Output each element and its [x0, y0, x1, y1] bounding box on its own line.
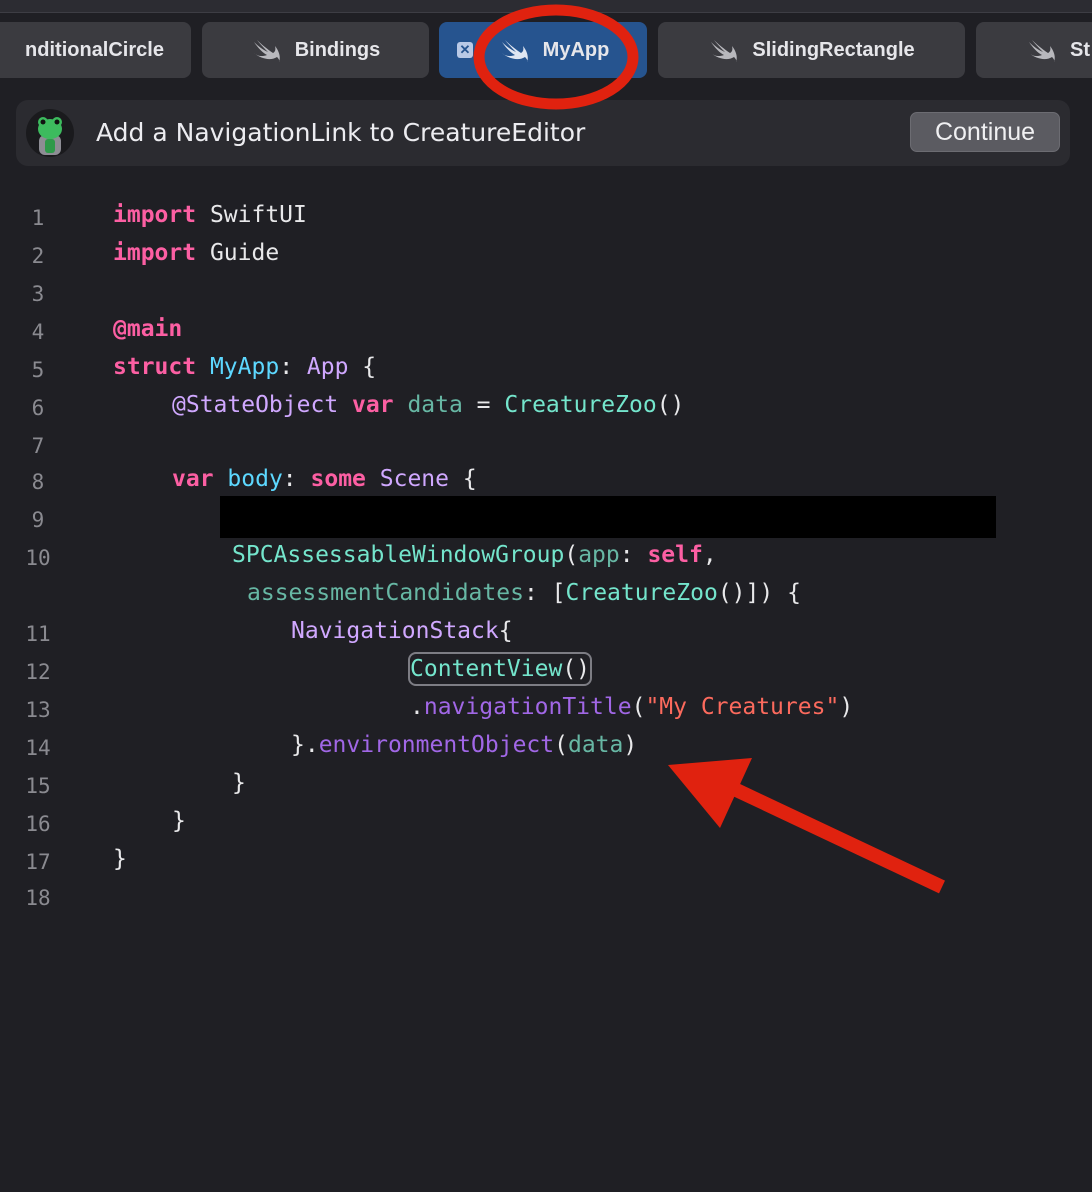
continue-button[interactable]: Continue: [910, 112, 1060, 152]
tab-conditional-circle[interactable]: nditionalCircle: [0, 22, 191, 78]
line-number: 8: [31, 470, 45, 494]
code-line-12: ContentView(): [407, 652, 593, 686]
line-number: 3: [31, 282, 45, 306]
line-number: 13: [25, 698, 51, 722]
line-number: 12: [25, 660, 51, 684]
creature-avatar-icon: [26, 109, 74, 157]
line-number: 14: [25, 736, 51, 760]
line-number: 15: [25, 774, 51, 798]
redacted-line-9: [220, 496, 996, 538]
line-number: 6: [31, 396, 45, 420]
code-line-10-continued: assessmentCandidates: [CreatureZoo()]) {: [247, 580, 801, 606]
code-line-16: }: [172, 808, 186, 834]
guide-title: Add a NavigationLink to CreatureEditor: [96, 118, 586, 147]
code-line-1: import SwiftUI: [113, 202, 307, 228]
tab-label: Bindings: [294, 38, 381, 61]
line-number: 2: [31, 244, 45, 268]
code-line-10: SPCAssessableWindowGroup(app: self,: [232, 542, 717, 568]
swift-icon: [711, 40, 738, 62]
code-line-14: }.environmentObject(data): [291, 732, 638, 758]
swift-icon: [1029, 40, 1055, 62]
code-line-8: var body: some Scene {: [172, 466, 477, 492]
tab-truncated[interactable]: St: [976, 22, 1092, 78]
code-line-11: NavigationStack{: [291, 618, 513, 644]
guide-banner: Add a NavigationLink to CreatureEditor C…: [16, 100, 1070, 166]
code-editor[interactable]: 1 2 3 4 5 6 7 8 9 10 11 12 13 14 15 16 1…: [0, 180, 1092, 1192]
code-line-2: import Guide: [113, 240, 280, 266]
line-number: 17: [25, 850, 51, 874]
line-number: 9: [31, 508, 45, 532]
window-top-strip: [0, 0, 1092, 13]
line-number: 7: [31, 434, 45, 458]
line-number: 16: [25, 812, 51, 836]
close-tab-icon[interactable]: ✕: [457, 42, 473, 58]
code-line-6: @StateObject var data = CreatureZoo(): [172, 392, 685, 418]
tab-label: nditionalCircle: [25, 38, 164, 61]
line-number: 1: [31, 206, 45, 230]
swift-icon: [253, 40, 280, 62]
tab-sliding-rectangle[interactable]: SlidingRectangle: [658, 22, 965, 78]
tab-label: MyApp: [542, 38, 610, 61]
tab-label: SlidingRectangle: [752, 38, 915, 61]
code-line-4: @main: [113, 316, 183, 342]
line-number: 10: [25, 546, 51, 570]
tab-myapp[interactable]: ✕ MyApp: [439, 22, 647, 78]
line-number: 18: [25, 886, 51, 910]
swift-icon: [501, 40, 528, 62]
code-line-15: }: [232, 770, 246, 796]
line-number: 5: [31, 358, 45, 382]
content-view-placeholder[interactable]: ContentView(): [407, 652, 593, 686]
line-number: 4: [31, 320, 45, 344]
tab-label: St: [1070, 38, 1090, 61]
code-line-17: }: [113, 846, 127, 872]
line-number: 11: [25, 622, 51, 646]
code-line-13: .navigationTitle("My Creatures"): [410, 694, 854, 720]
file-tab-bar: nditionalCircle Bindings ✕ MyApp Sliding…: [0, 13, 1092, 90]
code-line-5: struct MyApp: App {: [113, 354, 377, 380]
tab-bindings[interactable]: Bindings: [202, 22, 429, 78]
